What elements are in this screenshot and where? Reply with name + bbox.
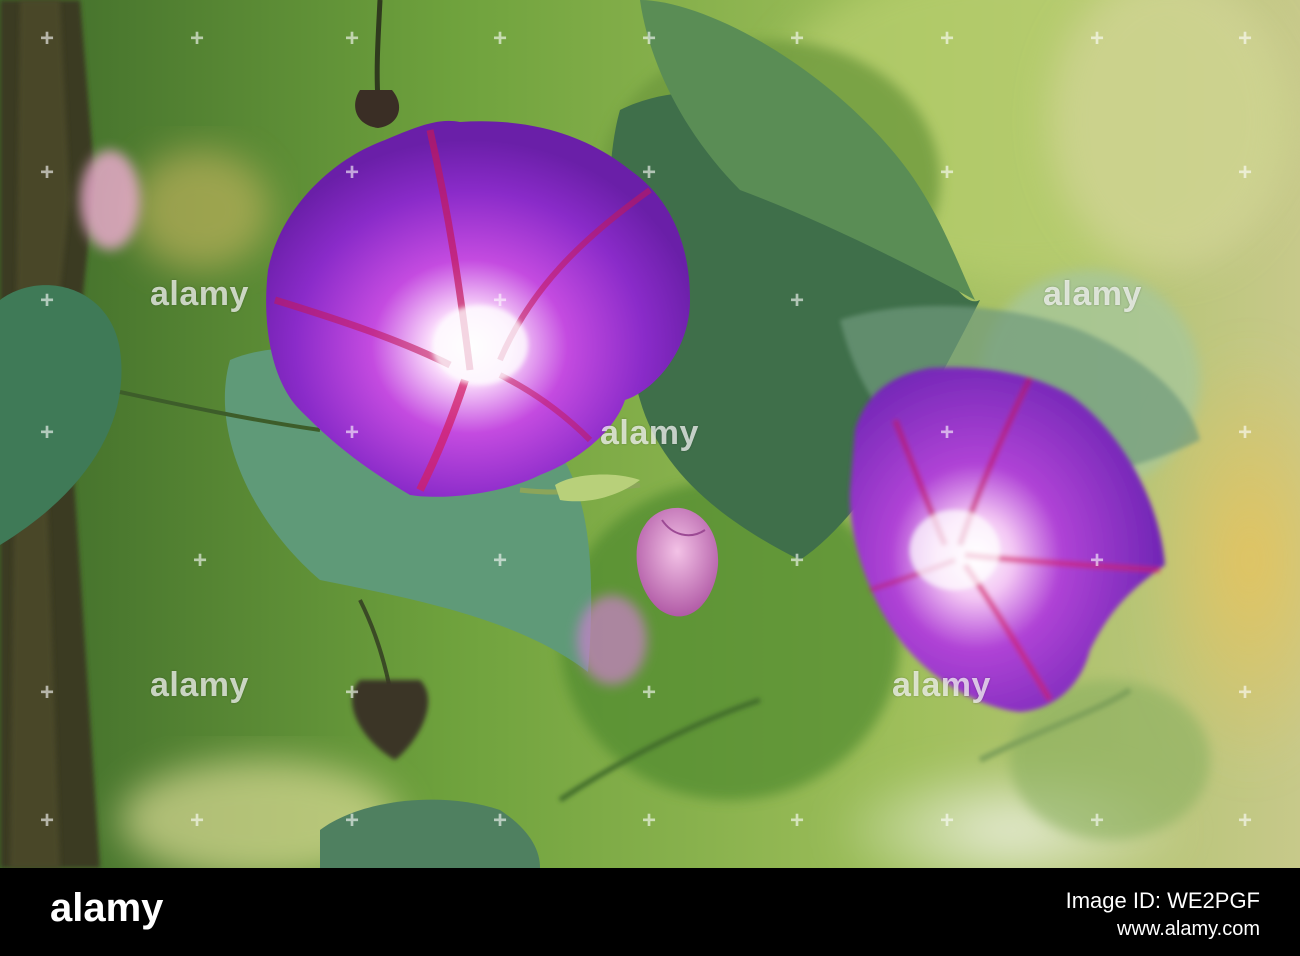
stock-footer-bar: alamy Image ID: WE2PGF www.alamy.com: [0, 868, 1300, 956]
image-id-label: Image ID: WE2PGF: [1065, 888, 1260, 913]
stock-photo-frame: alamy alamy alamy alamy alamy + + + + + + + + +…: [0, 0, 1300, 956]
watermark: alamy: [150, 666, 249, 704]
site-url-label: www.alamy.com: [1117, 918, 1260, 940]
morning-glory-photo: alamy alamy alamy alamy alamy + + + + + + + + +…: [0, 0, 1300, 868]
watermark: alamy: [600, 414, 699, 452]
watermark: alamy: [150, 275, 249, 313]
watermark: alamy: [1043, 275, 1142, 313]
alamy-logo: alamy: [50, 886, 164, 930]
watermark: alamy: [892, 666, 991, 704]
